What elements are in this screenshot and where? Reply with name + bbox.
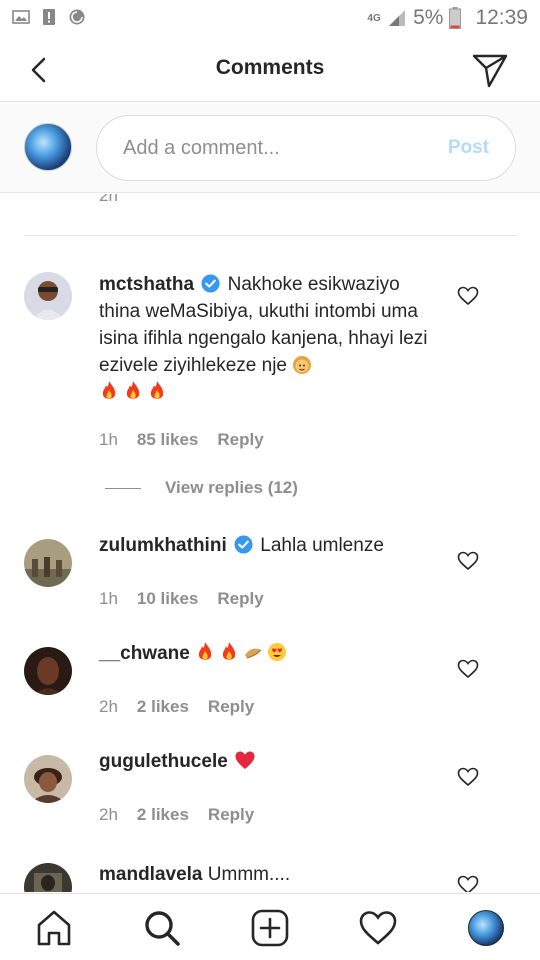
reply-button[interactable]: Reply bbox=[217, 430, 263, 450]
heart-icon[interactable] bbox=[457, 874, 479, 892]
current-user-avatar bbox=[24, 123, 72, 171]
comment-meta: 1h 85 likes Reply bbox=[99, 430, 264, 450]
comment-meta: 2h 2 likes Reply bbox=[99, 805, 254, 825]
heart-icon[interactable] bbox=[457, 285, 479, 307]
battery-percent: 5% bbox=[413, 6, 444, 29]
comment-input[interactable]: Add a comment... Post bbox=[96, 115, 516, 181]
heart-icon[interactable] bbox=[457, 550, 479, 572]
commenter-avatar[interactable] bbox=[24, 863, 72, 892]
heart-icon[interactable] bbox=[457, 658, 479, 680]
alert-notification-icon bbox=[43, 9, 55, 25]
view-replies-button[interactable]: View replies (12) bbox=[105, 478, 298, 498]
comment-time: 2h bbox=[99, 697, 118, 716]
comment-likes[interactable]: 2 likes bbox=[137, 805, 189, 825]
network-type: 4G bbox=[367, 12, 381, 24]
comment-list[interactable]: 2h mctshatha Nakhoke esikwaziyo thina we… bbox=[0, 194, 540, 892]
comment-time: 1h bbox=[99, 430, 118, 449]
replies-line bbox=[105, 487, 141, 489]
comment-meta: 1h 10 likes Reply bbox=[99, 589, 264, 609]
previous-comment-time: 2h bbox=[99, 194, 118, 205]
comment-username[interactable]: mandlavela bbox=[99, 864, 203, 885]
comment-text: zulumkhathini Lahla umlenze bbox=[99, 532, 439, 559]
page-title: Comments bbox=[215, 56, 325, 79]
post-button[interactable]: Post bbox=[448, 137, 489, 159]
comment-body: Lahla umlenze bbox=[260, 535, 384, 556]
fire-emoji-icon bbox=[150, 381, 164, 399]
gallery-notification-icon bbox=[12, 10, 30, 24]
add-comment-bar: Add a comment... Post bbox=[0, 103, 540, 193]
face-emoji-icon bbox=[293, 356, 312, 374]
view-replies-label: View replies (12) bbox=[165, 478, 298, 497]
comment-username[interactable]: zulumkhathini bbox=[99, 535, 227, 556]
clock: 12:39 bbox=[475, 6, 528, 29]
update-notification-icon bbox=[69, 9, 85, 25]
reply-button[interactable]: Reply bbox=[217, 589, 263, 609]
fire-emoji-icon bbox=[222, 642, 236, 660]
avatar-photo bbox=[24, 539, 72, 587]
profile-avatar[interactable] bbox=[468, 910, 504, 946]
avatar-photo bbox=[24, 863, 72, 892]
activity-heart-icon[interactable] bbox=[358, 908, 398, 948]
add-post-icon[interactable] bbox=[250, 908, 290, 948]
comment-text: mandlavela Ummm.... bbox=[99, 861, 439, 888]
search-icon[interactable] bbox=[142, 908, 182, 948]
comment-time: 2h bbox=[99, 805, 118, 824]
bottom-nav bbox=[0, 893, 540, 960]
comment-placeholder: Add a comment... bbox=[123, 137, 280, 159]
fire-emoji-icon bbox=[198, 642, 212, 660]
reply-button[interactable]: Reply bbox=[208, 805, 254, 825]
comment-body: Ummm.... bbox=[207, 864, 291, 885]
avatar-photo bbox=[24, 647, 72, 695]
fire-emoji-icon bbox=[126, 381, 140, 399]
comment-username[interactable]: mctshatha bbox=[99, 274, 194, 295]
commenter-avatar[interactable] bbox=[24, 539, 72, 587]
heart-eyes-emoji-icon bbox=[268, 643, 287, 661]
commenter-avatar[interactable] bbox=[24, 272, 72, 320]
home-icon[interactable] bbox=[34, 908, 74, 948]
comment-meta: 2h 2 likes Reply bbox=[99, 697, 254, 717]
divider bbox=[24, 235, 518, 236]
direct-send-icon[interactable] bbox=[470, 50, 510, 90]
comment-likes[interactable]: 10 likes bbox=[137, 589, 198, 609]
avatar-photo bbox=[24, 755, 72, 803]
comment-username[interactable]: gugulethucele bbox=[99, 751, 228, 772]
commenter-avatar[interactable] bbox=[24, 647, 72, 695]
wave-hand-emoji-icon bbox=[245, 648, 262, 659]
reply-button[interactable]: Reply bbox=[208, 697, 254, 717]
comment-time: 1h bbox=[99, 589, 118, 608]
comment-username[interactable]: __chwane bbox=[99, 643, 190, 664]
status-bar: 4G 5% 12:39 bbox=[0, 0, 540, 38]
comment-likes[interactable]: 85 likes bbox=[137, 430, 198, 450]
verified-badge-icon bbox=[234, 535, 253, 554]
battery-icon bbox=[449, 7, 462, 29]
signal-icon bbox=[389, 10, 406, 26]
heart-icon[interactable] bbox=[457, 766, 479, 788]
comment-likes[interactable]: 2 likes bbox=[137, 697, 189, 717]
fire-emoji-icon bbox=[102, 381, 116, 399]
red-heart-emoji-icon bbox=[235, 751, 255, 769]
comment-text: mctshatha Nakhoke esikwaziyo thina weMaS… bbox=[99, 271, 439, 406]
commenter-avatar[interactable] bbox=[24, 755, 72, 803]
comment-text: gugulethucele bbox=[99, 748, 439, 775]
avatar-photo bbox=[24, 272, 72, 320]
top-bar: Comments bbox=[0, 38, 540, 102]
comment-text: __chwane bbox=[99, 640, 439, 667]
verified-badge-icon bbox=[201, 274, 220, 293]
